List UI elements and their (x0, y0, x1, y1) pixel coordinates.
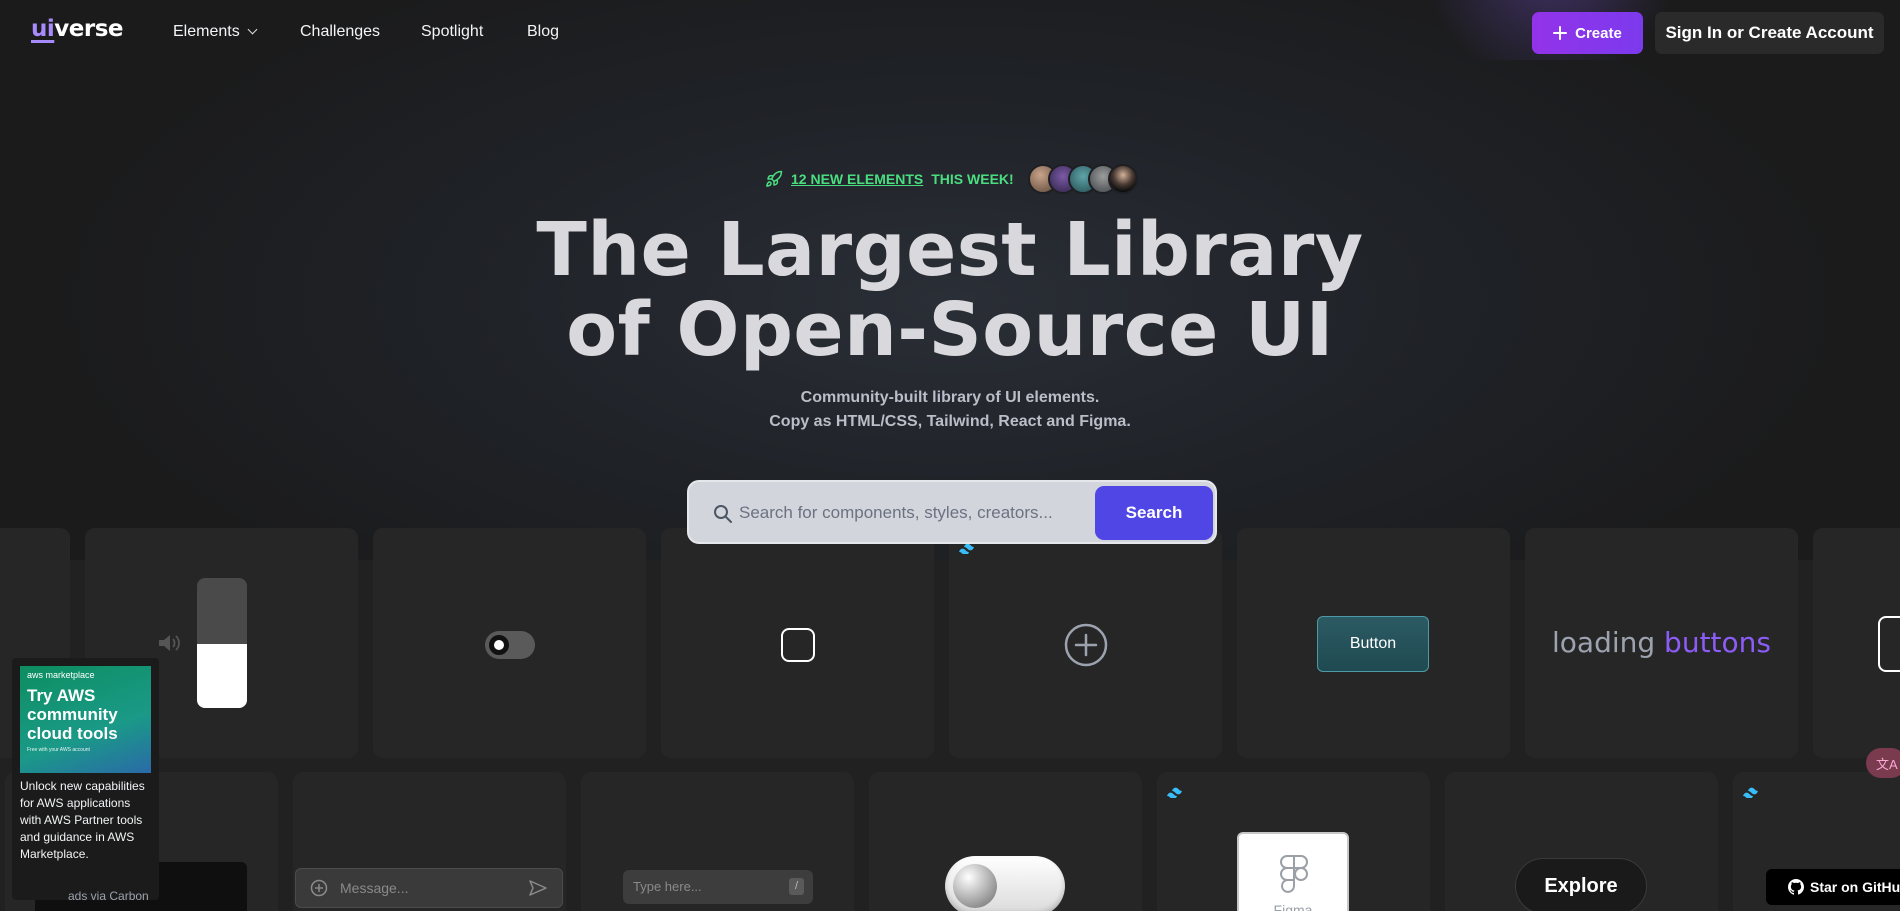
create-button[interactable]: Create (1532, 12, 1643, 54)
element-card-explore[interactable]: Explore (1445, 772, 1718, 911)
type-input[interactable]: Type here... / (623, 870, 813, 904)
search-icon (714, 505, 732, 523)
ad-fine-print: Free with your AWS account (27, 747, 90, 753)
plus-icon (1553, 26, 1568, 40)
sign-in-button[interactable]: Sign In or Create Account (1655, 12, 1884, 54)
glass-button[interactable]: Button (1317, 616, 1429, 672)
toggle-switch[interactable] (485, 631, 535, 659)
creator-avatars (1028, 164, 1138, 194)
tailwind-icon (1167, 787, 1182, 798)
loading-buttons-text: loading buttons (1525, 626, 1798, 659)
element-card-message-input[interactable]: Message... (293, 772, 566, 911)
hero-title-line-2: of Open-Source UI (566, 287, 1334, 373)
plus-circle-icon[interactable] (1063, 622, 1109, 668)
outline-box (1878, 616, 1900, 672)
3d-toggle[interactable] (945, 856, 1065, 911)
create-button-label: Create (1575, 24, 1622, 42)
slash-key-icon: / (789, 878, 804, 895)
uiverse-logo[interactable]: uiverse (31, 16, 123, 42)
ad-body[interactable]: Unlock new capabilities for AWS applicat… (20, 778, 153, 863)
volume-slider[interactable] (197, 578, 247, 708)
message-input[interactable]: Message... (295, 868, 563, 908)
badge-suffix: THIS WEEK! (931, 171, 1014, 187)
search-button[interactable]: Search (1095, 486, 1213, 540)
hero-title-line-1: The Largest Library (536, 207, 1364, 293)
speaker-icon (159, 635, 180, 651)
element-card-type-input[interactable]: Type here... / (581, 772, 854, 911)
loading-word: loading (1552, 626, 1656, 659)
checkbox[interactable] (781, 628, 815, 662)
element-card-add-button[interactable] (949, 528, 1222, 758)
element-card-loading-buttons[interactable]: loading buttons (1525, 528, 1798, 758)
star-on-github-button[interactable]: Star on GitHub (1766, 869, 1900, 905)
hero-subtitle-line-1: Community-built library of UI elements. (800, 389, 1100, 406)
nav-elements-label: Elements (173, 23, 240, 40)
new-elements-link[interactable]: 12 NEW ELEMENTS (791, 171, 923, 187)
avatar[interactable] (1108, 164, 1138, 194)
nav-challenges[interactable]: Challenges (300, 23, 380, 41)
search-bar: Search (687, 480, 1217, 544)
element-card[interactable] (1813, 528, 1900, 758)
hero-title: The Largest Library of Open-Source UI (0, 210, 1900, 370)
ad-image[interactable]: aws marketplace Try AWS community cloud … (20, 666, 151, 773)
3d-toggle-knob (953, 864, 997, 908)
nav-blog[interactable]: Blog (527, 23, 559, 41)
element-card-figma[interactable]: Figma (1157, 772, 1430, 911)
toggle-knob (489, 635, 509, 655)
element-card-toggle[interactable] (373, 528, 646, 758)
nav-elements[interactable]: Elements (173, 23, 258, 41)
carbon-ad[interactable]: aws marketplace Try AWS community cloud … (12, 658, 159, 900)
element-card-3d-toggle[interactable] (869, 772, 1142, 911)
translate-icon[interactable]: 文A (1866, 748, 1900, 778)
add-circle-icon[interactable] (310, 879, 328, 897)
search-input[interactable] (739, 496, 1069, 530)
ad-headline: Try AWS community cloud tools (27, 686, 118, 743)
chevron-down-icon (247, 24, 258, 35)
ad-marketplace-label: aws marketplace (27, 670, 95, 680)
hero-subtitle: Community-built library of UI elements. … (0, 386, 1900, 434)
rocket-icon (766, 170, 783, 187)
figma-label: Figma (1273, 902, 1313, 911)
github-icon (1788, 879, 1804, 895)
type-placeholder: Type here... (633, 879, 702, 894)
hero-subtitle-line-2: Copy as HTML/CSS, Tailwind, React and Fi… (769, 413, 1131, 430)
volume-slider-fill (197, 644, 247, 708)
top-navbar: uiverse Elements Challenges Spotlight Bl… (0, 0, 1900, 66)
github-button-label: Star on GitHub (1810, 879, 1900, 895)
tailwind-icon (1743, 787, 1758, 798)
buttons-word: buttons (1664, 626, 1771, 659)
logo-prefix: ui (31, 16, 55, 42)
element-card-glass-button[interactable]: Button (1237, 528, 1510, 758)
figma-card[interactable]: Figma (1237, 832, 1349, 911)
element-card-checkbox[interactable] (661, 528, 934, 758)
figma-icon (1280, 855, 1308, 893)
message-placeholder: Message... (340, 880, 409, 896)
logo-suffix: verse (54, 16, 123, 42)
explore-button[interactable]: Explore (1515, 858, 1647, 911)
ads-via-carbon-link[interactable]: ads via Carbon (68, 889, 149, 903)
new-elements-badge: 12 NEW ELEMENTS THIS WEEK! (765, 170, 1014, 188)
send-icon[interactable] (528, 879, 548, 897)
nav-spotlight[interactable]: Spotlight (421, 23, 483, 41)
